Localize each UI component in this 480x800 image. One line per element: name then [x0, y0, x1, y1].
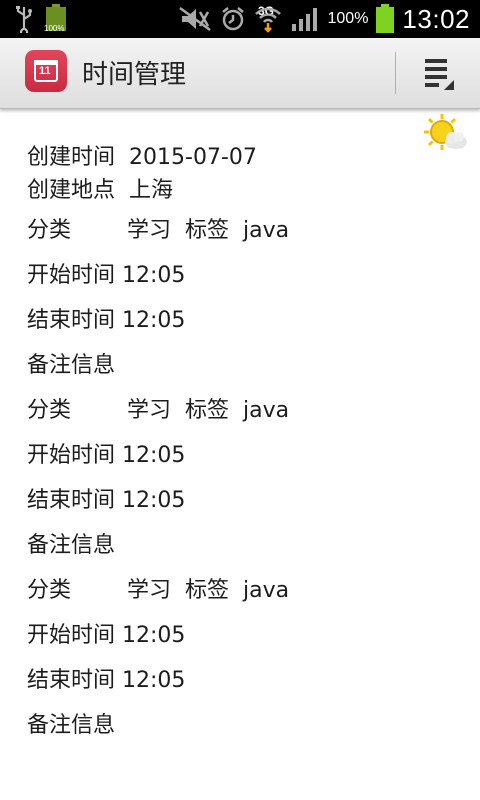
tag-label: 标签	[185, 578, 230, 603]
tag-value: java	[243, 218, 290, 243]
calendar-day: 11	[39, 65, 51, 77]
alarm-icon	[221, 7, 244, 31]
battery-icon	[376, 4, 395, 34]
end-value: 12:05	[122, 488, 186, 513]
mute-icon	[178, 6, 211, 32]
action-bar: 11 时间管理	[0, 38, 480, 109]
wifi-icon	[254, 7, 281, 33]
note-label: 备注信息	[27, 713, 116, 738]
end-value: 12:05	[122, 308, 186, 333]
overflow-menu-icon	[425, 59, 454, 90]
status-bar: 100% 3G 100% 13:02	[0, 0, 480, 38]
tag-label: 标签	[185, 218, 230, 243]
battery-small-label: 100%	[44, 24, 65, 33]
battery-percent: 100%	[327, 10, 369, 27]
tag-value: java	[243, 578, 290, 603]
status-left: 100%	[14, 4, 68, 34]
weather-icon[interactable]	[422, 112, 468, 154]
end-value: 12:05	[122, 668, 186, 693]
action-divider	[395, 52, 396, 94]
usb-icon	[16, 6, 32, 33]
entry-note-row[interactable]: 备注信息	[13, 682, 115, 739]
overflow-menu-button[interactable]	[418, 54, 458, 94]
status-right: 100% 13:02	[178, 0, 471, 38]
tag-value: java	[243, 398, 290, 423]
clock: 13:02	[402, 3, 470, 34]
tag-label: 标签	[185, 398, 230, 423]
calendar-icon[interactable]: 11	[25, 50, 67, 92]
battery-small-icon: 100%	[44, 4, 68, 34]
signal-icon	[291, 8, 317, 31]
app-title: 时间管理	[82, 60, 187, 90]
